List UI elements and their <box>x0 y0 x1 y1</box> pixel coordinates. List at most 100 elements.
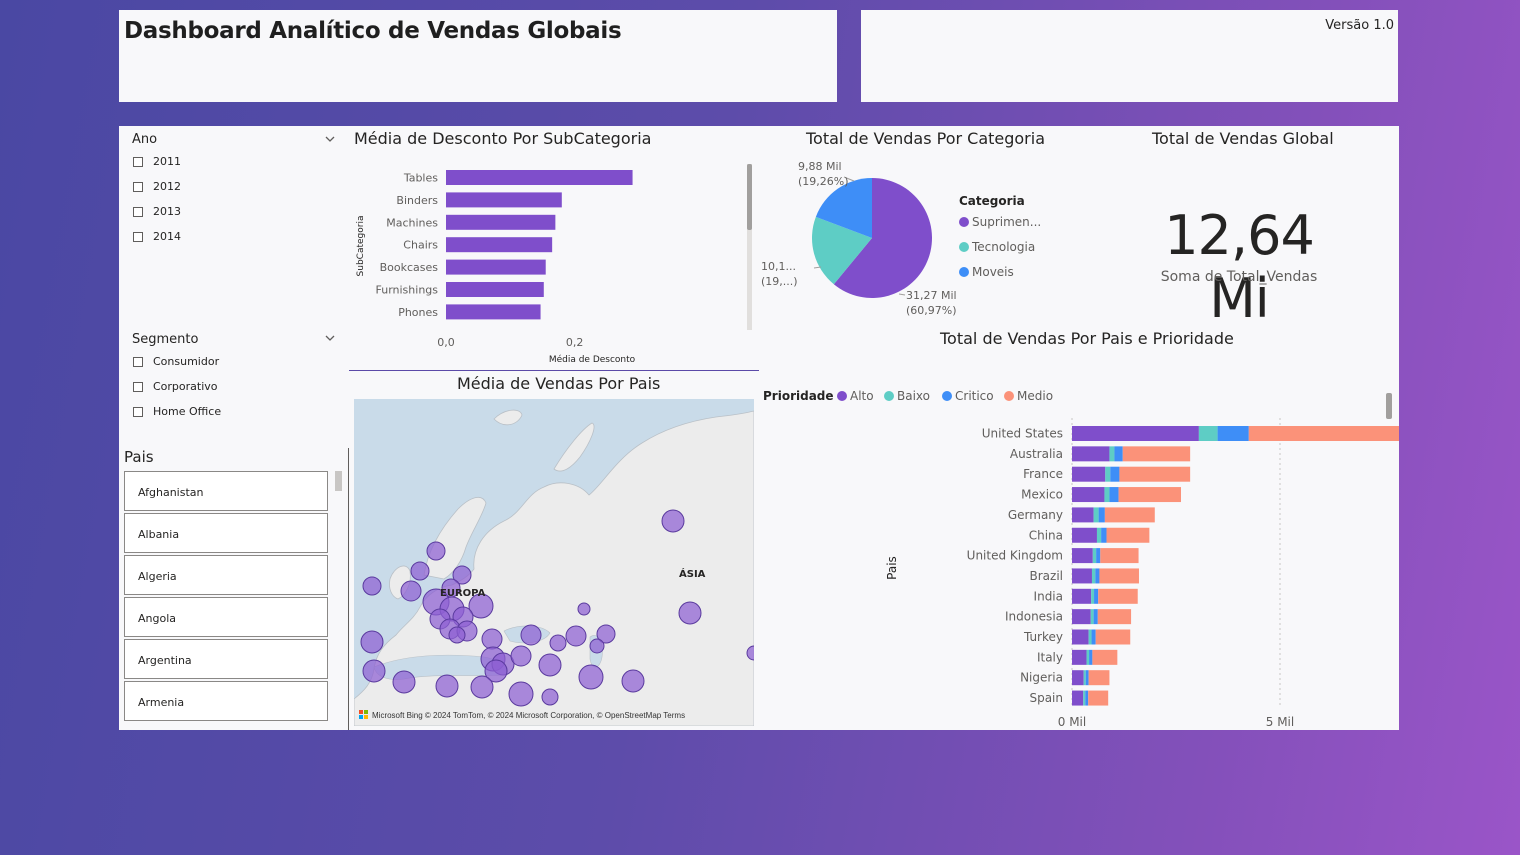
bar[interactable] <box>446 192 562 208</box>
bar-segment[interactable] <box>1096 527 1102 543</box>
bar[interactable] <box>446 282 544 297</box>
checkbox[interactable] <box>133 231 143 242</box>
bar-segment[interactable] <box>1072 568 1092 584</box>
checkbox[interactable] <box>133 356 143 367</box>
map-bubble[interactable] <box>481 628 503 650</box>
bar-segment[interactable] <box>1118 487 1181 503</box>
bar[interactable] <box>446 259 546 275</box>
bar-segment[interactable] <box>1085 670 1089 686</box>
map-bubble[interactable] <box>362 576 382 596</box>
bar-segment[interactable] <box>1091 568 1096 584</box>
bar-segment[interactable] <box>1198 426 1218 441</box>
bar-segment[interactable] <box>1217 426 1249 441</box>
scrollbar[interactable] <box>747 164 752 230</box>
bar-segment[interactable] <box>1105 466 1111 482</box>
bar[interactable] <box>446 304 541 320</box>
bar-segment[interactable] <box>1094 588 1099 604</box>
legend-item[interactable]: Alto <box>850 389 874 403</box>
slicer-ano-option[interactable]: 2012 <box>133 180 181 193</box>
bar-segment[interactable] <box>1088 670 1110 686</box>
bar-segment[interactable] <box>1109 487 1119 503</box>
map-bubble[interactable] <box>392 670 416 694</box>
bar-segment[interactable] <box>1072 527 1097 543</box>
bar-segment[interactable] <box>1104 487 1110 503</box>
bar-segment[interactable] <box>1092 649 1118 665</box>
bar-segment[interactable] <box>1114 446 1123 462</box>
checkbox[interactable] <box>133 381 143 392</box>
map-bubble[interactable] <box>577 602 591 616</box>
chevron-down-icon[interactable] <box>325 333 335 343</box>
legend-item[interactable]: Baixo <box>897 389 930 403</box>
checkbox[interactable] <box>133 156 143 167</box>
bar-segment[interactable] <box>1106 527 1150 543</box>
bar-segment[interactable] <box>1072 507 1094 523</box>
scrollbar[interactable] <box>335 471 342 491</box>
map-bubble[interactable] <box>400 580 422 602</box>
map-bubble[interactable] <box>508 681 534 707</box>
checkbox[interactable] <box>133 181 143 192</box>
bar-segment[interactable] <box>1086 649 1090 665</box>
bar-segment[interactable] <box>1089 649 1093 665</box>
bar-segment[interactable] <box>1098 507 1105 523</box>
slicer-ano-option[interactable]: 2011 <box>133 155 181 168</box>
legend-item[interactable]: Tecnologia <box>971 240 1035 254</box>
bar-segment[interactable] <box>1072 588 1092 604</box>
list-item[interactable]: Armenia <box>124 681 328 721</box>
map-bubble[interactable] <box>589 638 605 654</box>
bar[interactable] <box>446 214 556 230</box>
bar-segment[interactable] <box>1072 629 1089 645</box>
bar-segment[interactable] <box>1072 548 1093 564</box>
bar-segment[interactable] <box>1100 548 1139 564</box>
slicer-segmento-option[interactable]: Home Office <box>133 405 221 418</box>
bar-segment[interactable] <box>1072 446 1110 462</box>
slicer-segmento-option[interactable]: Consumidor <box>133 355 219 368</box>
scrollbar[interactable] <box>1386 393 1392 419</box>
map-bubble[interactable] <box>520 624 542 646</box>
bar-segment[interactable] <box>1122 446 1191 462</box>
list-item[interactable]: Angola <box>124 597 328 637</box>
bar-segment[interactable] <box>1096 548 1101 564</box>
map-bubble[interactable] <box>426 541 446 561</box>
slicer-segmento-option[interactable]: Corporativo <box>133 380 218 393</box>
map-bubble[interactable] <box>448 626 466 644</box>
legend-item[interactable]: Moveis <box>972 265 1014 279</box>
list-item[interactable]: Afghanistan <box>124 471 328 511</box>
bar-segment[interactable] <box>1072 426 1199 441</box>
map-attribution[interactable]: Microsoft Bing © 2024 TomTom, © 2024 Mic… <box>372 711 685 720</box>
bar-segment[interactable] <box>1104 507 1155 523</box>
map-bubble[interactable] <box>410 561 430 581</box>
map-bubble[interactable] <box>435 674 459 698</box>
bar-segment[interactable] <box>1092 548 1097 564</box>
bar-segment[interactable] <box>1095 568 1100 584</box>
legend-item[interactable]: Medio <box>1017 389 1053 403</box>
bar-segment[interactable] <box>1083 670 1086 686</box>
map-bubble[interactable] <box>360 630 384 654</box>
slicer-ano-option[interactable]: 2013 <box>133 205 181 218</box>
map-bubble[interactable] <box>661 509 685 533</box>
bar-segment[interactable] <box>1088 690 1109 706</box>
bar-segment[interactable] <box>1072 609 1091 625</box>
map-bubble[interactable] <box>362 659 386 683</box>
map-bubble[interactable] <box>549 634 567 652</box>
slicer-ano-option[interactable]: 2014 <box>133 230 181 243</box>
bar-segment[interactable] <box>1091 629 1096 645</box>
map-bubble[interactable] <box>621 669 645 693</box>
bar-segment[interactable] <box>1101 527 1107 543</box>
list-item[interactable]: Algeria <box>124 555 328 595</box>
bar-segment[interactable] <box>1085 690 1089 706</box>
bar-segment[interactable] <box>1072 670 1084 686</box>
bar[interactable] <box>446 170 633 185</box>
bar-segment[interactable] <box>1095 629 1131 645</box>
bar-segment[interactable] <box>1088 629 1092 645</box>
map-bubble[interactable] <box>510 645 532 667</box>
legend-item[interactable]: Critico <box>955 389 994 403</box>
bar-segment[interactable] <box>1083 690 1086 706</box>
bar-segment[interactable] <box>1248 426 1399 441</box>
legend-item[interactable]: Suprimen... <box>972 215 1041 229</box>
list-item[interactable]: Albania <box>124 513 328 553</box>
bar-segment[interactable] <box>1072 649 1087 665</box>
chevron-down-icon[interactable] <box>325 134 335 144</box>
map-bubble[interactable] <box>565 625 587 647</box>
checkbox[interactable] <box>133 206 143 217</box>
list-item[interactable]: Argentina <box>124 639 328 679</box>
